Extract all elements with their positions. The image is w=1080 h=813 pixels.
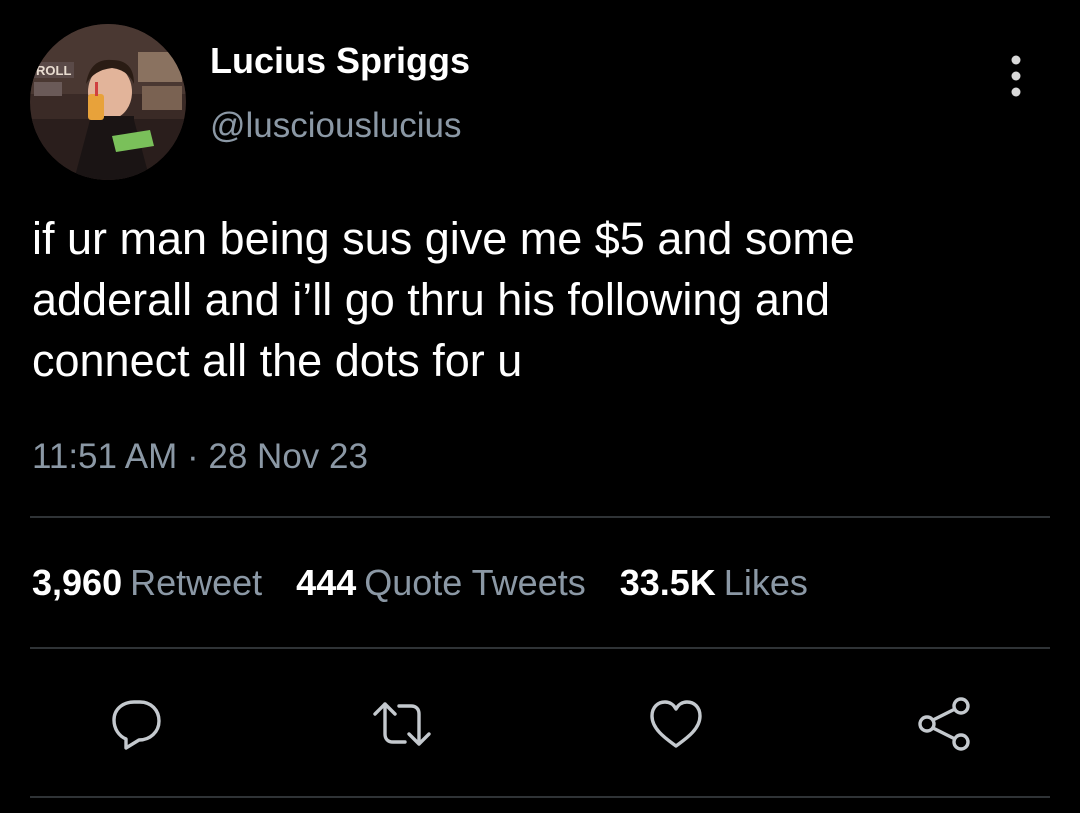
tweet-detail: ROLL Lucius Spriggs @lusciouslucius if u… <box>0 0 1080 813</box>
tweet-date[interactable]: 28 Nov 23 <box>208 437 368 476</box>
tweet-text: if ur man being sus give me $5 and some a… <box>32 208 1042 391</box>
retweet-count-label: Retweet <box>130 562 263 603</box>
avatar-image: ROLL <box>30 24 186 180</box>
like-count-value: 33.5K <box>619 562 716 603</box>
tweet-text-line: adderall and i’ll go thru his following … <box>32 274 831 325</box>
reply-icon[interactable] <box>106 694 166 754</box>
share-icon[interactable] <box>914 694 974 754</box>
avatar-sign-text: ROLL <box>36 63 71 78</box>
engagement-stats: 3,960 Retweet 444 Quote Tweets 33.5K Likes <box>32 562 842 604</box>
retweet-count[interactable]: 3,960 Retweet <box>32 562 262 604</box>
tweet-text-line: connect all the dots for u <box>32 335 523 386</box>
more-options-icon[interactable] <box>996 52 1036 100</box>
display-name[interactable]: Lucius Spriggs <box>210 40 470 82</box>
quote-tweet-count[interactable]: 444 Quote Tweets <box>296 562 586 604</box>
divider <box>30 516 1050 518</box>
retweet-count-value: 3,960 <box>32 562 123 603</box>
divider <box>30 647 1050 649</box>
divider <box>30 796 1050 798</box>
quote-count-label: Quote Tweets <box>364 562 586 603</box>
tweet-text-line: if ur man being sus give me $5 and some <box>32 213 855 264</box>
timestamp-separator: · <box>187 437 199 476</box>
tweet-timestamp: 11:51 AM · 28 Nov 23 <box>32 437 368 477</box>
like-count[interactable]: 33.5K Likes <box>620 562 808 604</box>
tweet-time[interactable]: 11:51 AM <box>32 437 177 476</box>
retweet-icon[interactable] <box>372 694 432 754</box>
username-handle[interactable]: @lusciouslucius <box>210 106 461 146</box>
avatar[interactable]: ROLL <box>30 24 186 180</box>
like-count-label: Likes <box>723 562 808 603</box>
quote-count-value: 444 <box>296 562 357 603</box>
like-icon[interactable] <box>646 694 706 754</box>
